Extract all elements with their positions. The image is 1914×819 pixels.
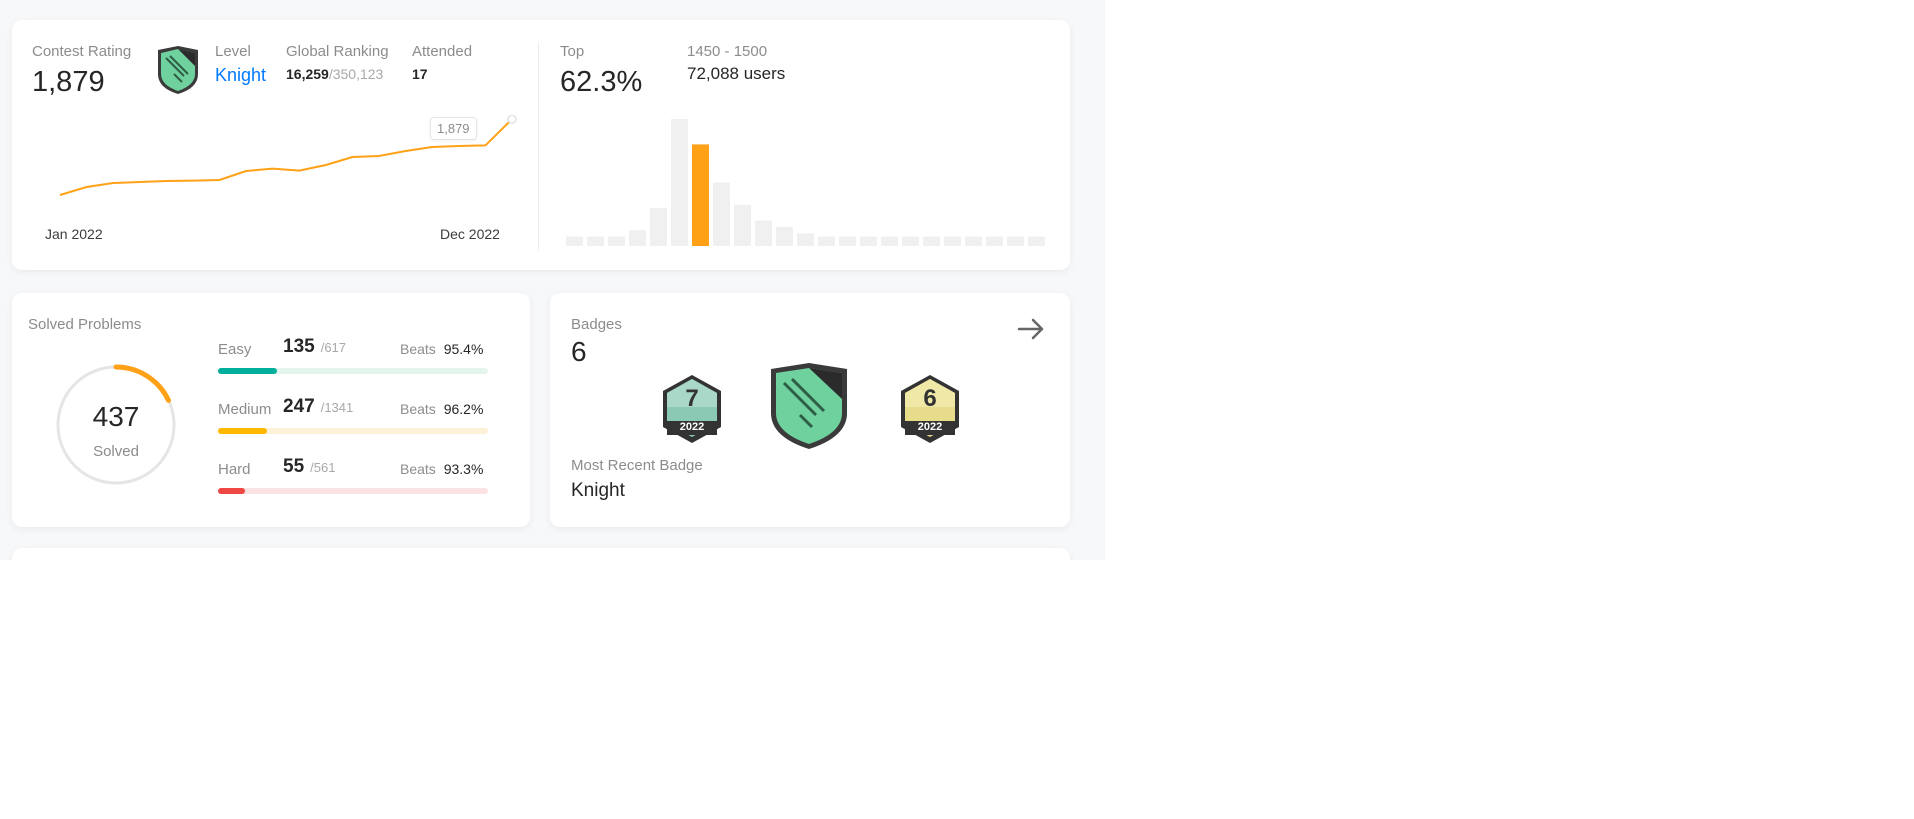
most-recent-badge-value: Knight xyxy=(571,480,625,501)
global-ranking: 16,259/350,123 xyxy=(286,66,383,82)
beats-value: 93.3% xyxy=(443,461,484,477)
histogram-bar[interactable] xyxy=(608,236,625,246)
difficulty-count: 247/1341 xyxy=(283,396,353,418)
rating-latest-point[interactable] xyxy=(507,115,517,124)
knight-badge-icon xyxy=(154,44,202,101)
global-ranking-total: /350,123 xyxy=(328,66,384,82)
rating-tooltip: 1,879 xyxy=(430,117,477,140)
difficulty-solved: 247 xyxy=(283,396,315,417)
histogram-bar[interactable] xyxy=(965,236,982,246)
histogram-bar[interactable] xyxy=(629,230,646,246)
histogram-bar[interactable] xyxy=(755,220,772,246)
histogram-bar[interactable] xyxy=(713,182,730,247)
difficulty-total: /561 xyxy=(310,460,336,475)
badge-6-number: 6 xyxy=(923,385,937,412)
difficulty-progress-fill xyxy=(218,488,245,494)
histogram-bar[interactable] xyxy=(1028,236,1045,246)
rating-range-users: 72,088 users xyxy=(687,64,786,83)
histogram-bar[interactable] xyxy=(986,236,1003,246)
difficulty-count: 135/617 xyxy=(283,336,346,358)
contest-rating-value: 1,879 xyxy=(32,66,105,98)
histogram-bar[interactable] xyxy=(902,236,919,246)
histogram-bar[interactable] xyxy=(881,236,898,246)
contest-rating-card: Contest Rating 1,879 Level Knight Global… xyxy=(12,20,1070,270)
badge-6-2022-icon[interactable]: 6 2022 xyxy=(898,373,962,445)
badges-title: Badges xyxy=(571,316,622,333)
beats-text: Beats 95.4% xyxy=(400,341,483,357)
difficulty-progress-fill xyxy=(218,428,267,434)
knight-badge-large-icon[interactable] xyxy=(766,361,852,456)
solved-problems-title: Solved Problems xyxy=(28,316,142,333)
difficulty-progress-fill xyxy=(218,368,278,374)
histogram-bar[interactable] xyxy=(776,226,793,246)
histogram-bar[interactable] xyxy=(923,236,940,246)
solved-total-label: Solved xyxy=(93,443,139,460)
histogram-bar[interactable] xyxy=(734,204,751,246)
difficulty-count: 55/561 xyxy=(283,456,335,478)
difficulty-solved: 55 xyxy=(283,456,305,477)
histogram-bar[interactable] xyxy=(860,236,877,246)
badge-7-number: 7 xyxy=(685,385,699,412)
top-label: Top xyxy=(560,43,585,60)
beats-label: Beats xyxy=(400,341,436,357)
difficulty-total: /1341 xyxy=(320,400,354,415)
histogram-bar[interactable] xyxy=(671,119,688,246)
difficulty-progress-bar xyxy=(218,368,488,374)
difficulty-name: Hard xyxy=(218,461,251,478)
histogram-bar[interactable] xyxy=(587,236,604,246)
view-all-badges-arrow-icon[interactable] xyxy=(1015,313,1047,350)
chart-x-start-label: Jan 2022 xyxy=(45,226,103,242)
beats-text: Beats 93.3% xyxy=(400,461,483,477)
contest-rating-label: Contest Rating xyxy=(32,43,132,60)
most-recent-badge-label: Most Recent Badge xyxy=(571,457,703,474)
level-label: Level xyxy=(215,43,251,60)
beats-value: 96.2% xyxy=(443,401,484,417)
badges-count: 6 xyxy=(571,336,587,367)
global-ranking-label: Global Ranking xyxy=(286,43,389,60)
difficulty-progress-bar xyxy=(218,488,488,494)
attended-label: Attended xyxy=(412,43,473,60)
chart-x-end-label: Dec 2022 xyxy=(440,226,500,242)
badge-7-year: 2022 xyxy=(679,421,705,433)
difficulty-name: Easy xyxy=(218,341,252,358)
histogram-bar[interactable] xyxy=(566,236,583,246)
badge-7-2022-icon[interactable]: 7 2022 xyxy=(660,373,724,445)
section-divider xyxy=(538,42,539,250)
difficulty-solved: 135 xyxy=(283,336,315,357)
histogram-bar[interactable] xyxy=(944,236,961,246)
level-value[interactable]: Knight xyxy=(215,65,266,86)
histogram-bar[interactable] xyxy=(650,207,667,246)
difficulty-name: Medium xyxy=(218,401,272,418)
top-percentage-value: 62.3% xyxy=(560,66,643,98)
badges-card: Badges 6 7 2022 6 2022 Most Recent Badge… xyxy=(550,293,1070,527)
viewport-cutoff xyxy=(0,560,1105,819)
difficulty-total: /617 xyxy=(320,340,347,355)
solved-total-value: 437 xyxy=(92,401,140,432)
histogram-bar-highlighted[interactable] xyxy=(692,144,709,246)
beats-label: Beats xyxy=(400,461,436,477)
badge-6-year: 2022 xyxy=(917,421,943,433)
attended-value: 17 xyxy=(412,66,428,82)
beats-value: 95.4% xyxy=(443,341,484,357)
global-ranking-value: 16,259 xyxy=(286,66,329,82)
beats-text: Beats 96.2% xyxy=(400,401,483,417)
solved-problems-card: Solved Problems 437 Solved Easy 135/617 Be… xyxy=(12,293,530,527)
histogram-bar[interactable] xyxy=(797,233,814,246)
rating-range-label: 1450 - 1500 xyxy=(687,43,768,60)
histogram-bar[interactable] xyxy=(1007,236,1024,246)
beats-label: Beats xyxy=(400,401,436,417)
histogram-bar[interactable] xyxy=(818,236,835,246)
histogram-bar[interactable] xyxy=(839,236,856,246)
rating-distribution-histogram xyxy=(566,119,1045,247)
difficulty-progress-bar xyxy=(218,428,488,434)
